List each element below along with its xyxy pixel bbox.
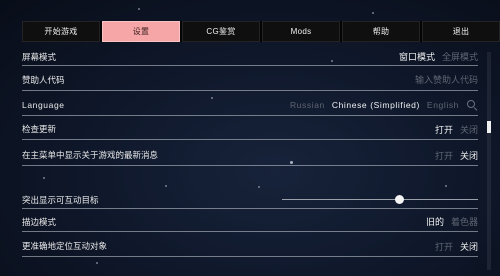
option-on[interactable]: 打开 — [435, 240, 453, 253]
star — [165, 185, 167, 187]
setting-language: Language Russian Chinese (Simplified) En… — [22, 95, 478, 116]
option-off[interactable]: 关闭 — [460, 149, 478, 162]
setting-label: 屏幕模式 — [22, 51, 57, 62]
tab-help[interactable]: 帮助 — [342, 21, 420, 42]
language-options: Russian Chinese (Simplified) English — [290, 99, 478, 111]
option-shader[interactable]: 着色器 — [451, 215, 478, 228]
slider-track[interactable] — [282, 198, 478, 200]
setting-sponsor-code: 赞助人代码 — [22, 70, 478, 91]
slider-thumb[interactable] — [395, 194, 405, 204]
setting-label: 描边模式 — [22, 216, 57, 227]
outline-mode-options: 旧的 着色器 — [426, 215, 478, 228]
highlight-slider[interactable] — [282, 194, 478, 205]
option-english[interactable]: English — [427, 100, 459, 110]
tab-settings[interactable]: 设置 — [102, 21, 180, 42]
setting-outline-mode: 描边模式 旧的 着色器 — [22, 212, 478, 232]
tab-mods[interactable]: Mods — [262, 21, 340, 42]
setting-label: 在主菜单中显示关于游戏的最新消息 — [22, 150, 159, 160]
setting-label: Language — [22, 100, 65, 110]
setting-show-news: 在主菜单中显示关于游戏的最新消息 打开 关闭 — [22, 145, 478, 166]
star — [138, 8, 140, 10]
option-chinese-simplified[interactable]: Chinese (Simplified) — [332, 100, 420, 110]
setting-label: 赞助人代码 — [22, 75, 65, 85]
tab-exit[interactable]: 退出 — [422, 21, 500, 42]
show-news-options: 打开 关闭 — [435, 149, 478, 162]
setting-label: 检查更新 — [22, 124, 57, 134]
settings-scrollbar[interactable] — [487, 52, 491, 270]
option-windowed[interactable]: 窗口模式 — [399, 50, 435, 63]
setting-label: 更准确地定位互动对象 — [22, 241, 108, 251]
option-on[interactable]: 打开 — [435, 149, 453, 162]
tab-cg-gallery[interactable]: CG鉴赏 — [182, 21, 260, 42]
star — [445, 185, 447, 187]
star — [43, 177, 45, 179]
setting-highlight-interactables: 突出显示可互动目标 — [22, 191, 478, 209]
option-on[interactable]: 打开 — [435, 123, 453, 136]
option-russian[interactable]: Russian — [290, 100, 325, 110]
option-off[interactable]: 关闭 — [460, 123, 478, 136]
setting-screen-mode: 屏幕模式 窗口模式 全屏模式 — [22, 48, 478, 66]
option-fullscreen[interactable]: 全屏模式 — [442, 50, 478, 63]
option-off[interactable]: 关闭 — [460, 240, 478, 253]
settings-screen: 开始游戏 设置 CG鉴赏 Mods 帮助 退出 屏幕模式 窗口模式 全屏模式 赞… — [0, 0, 500, 276]
search-icon-handle — [473, 106, 478, 111]
tab-start-game[interactable]: 开始游戏 — [22, 21, 100, 42]
sponsor-code-input[interactable] — [358, 75, 478, 85]
setting-label: 突出显示可互动目标 — [22, 194, 99, 205]
star — [96, 262, 98, 264]
screen-mode-options: 窗口模式 全屏模式 — [399, 50, 478, 63]
main-menu-tabbar: 开始游戏 设置 CG鉴赏 Mods 帮助 退出 — [22, 21, 500, 42]
option-legacy[interactable]: 旧的 — [426, 215, 444, 228]
scrollbar-thumb[interactable] — [487, 121, 491, 133]
star — [258, 186, 260, 188]
search-icon[interactable] — [467, 99, 478, 111]
star — [372, 12, 374, 14]
setting-precise-targeting: 更准确地定位互动对象 打开 关闭 — [22, 236, 478, 257]
setting-check-updates: 检查更新 打开 关闭 — [22, 119, 478, 140]
check-updates-options: 打开 关闭 — [435, 123, 478, 136]
precise-targeting-options: 打开 关闭 — [435, 240, 478, 253]
